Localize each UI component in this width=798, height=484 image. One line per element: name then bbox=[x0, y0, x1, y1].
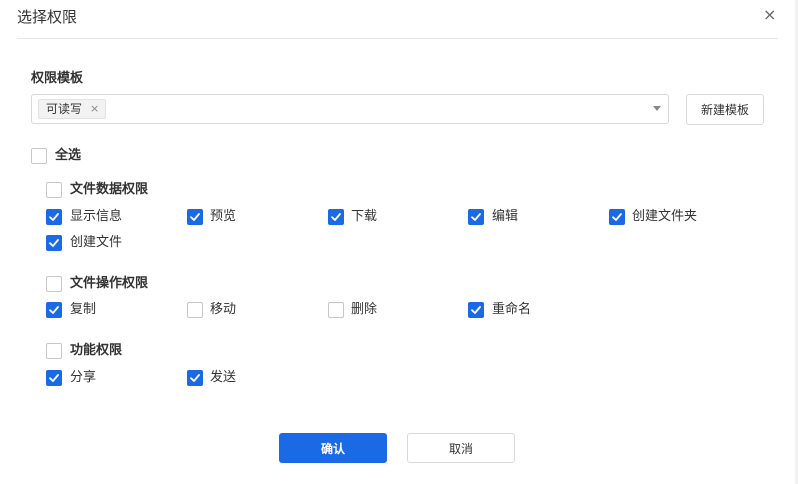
permission-dialog: 选择权限 × 权限模板 可读写 × 新建模板 全选 文件数据权限 显示信息 预览… bbox=[0, 0, 798, 484]
tag-remove-icon[interactable]: × bbox=[90, 100, 99, 118]
perm-checkbox-create-file[interactable] bbox=[46, 235, 62, 251]
perm-label-create-folder: 创建文件夹 bbox=[632, 209, 698, 224]
perm-checkbox-copy[interactable] bbox=[46, 302, 62, 318]
group-file-ops-checkbox[interactable] bbox=[46, 276, 62, 292]
header-divider bbox=[17, 38, 778, 39]
group-file-ops-title: 文件操作权限 bbox=[70, 276, 149, 291]
cancel-button[interactable]: 取消 bbox=[407, 433, 515, 463]
select-all-label: 全选 bbox=[55, 148, 82, 163]
template-tag-label: 可读写 bbox=[46, 102, 83, 116]
perm-checkbox-edit[interactable] bbox=[468, 209, 484, 225]
template-tag: 可读写 × bbox=[38, 99, 107, 119]
select-all-checkbox[interactable] bbox=[31, 148, 47, 164]
perm-checkbox-delete[interactable] bbox=[328, 302, 344, 318]
perm-label-download: 下载 bbox=[351, 209, 378, 224]
perm-checkbox-preview[interactable] bbox=[187, 209, 203, 225]
group-feature-checkbox[interactable] bbox=[46, 343, 62, 359]
template-select[interactable]: 可读写 × bbox=[31, 94, 669, 124]
perm-checkbox-show-info[interactable] bbox=[46, 209, 62, 225]
group-feature-title: 功能权限 bbox=[70, 343, 123, 358]
confirm-button[interactable]: 确认 bbox=[279, 433, 387, 463]
perm-label-copy: 复制 bbox=[70, 302, 97, 317]
close-icon[interactable]: × bbox=[763, 5, 776, 24]
perm-label-rename: 重命名 bbox=[492, 302, 532, 317]
perm-label-preview: 预览 bbox=[210, 209, 237, 224]
perm-checkbox-create-folder[interactable] bbox=[609, 209, 625, 225]
dialog-title: 选择权限 bbox=[17, 8, 78, 26]
perm-checkbox-rename[interactable] bbox=[468, 302, 484, 318]
perm-checkbox-share[interactable] bbox=[46, 370, 62, 386]
template-label: 权限模板 bbox=[31, 71, 84, 86]
perm-label-move: 移动 bbox=[210, 302, 237, 317]
new-template-button[interactable]: 新建模板 bbox=[686, 94, 764, 125]
perm-label-edit: 编辑 bbox=[492, 209, 519, 224]
perm-label-show-info: 显示信息 bbox=[70, 209, 123, 224]
group-file-data-title: 文件数据权限 bbox=[70, 182, 149, 197]
perm-label-send: 发送 bbox=[210, 370, 237, 385]
perm-checkbox-move[interactable] bbox=[187, 302, 203, 318]
perm-label-create-file: 创建文件 bbox=[70, 235, 123, 250]
perm-label-share: 分享 bbox=[70, 370, 97, 385]
chevron-down-icon[interactable] bbox=[653, 106, 661, 111]
perm-label-delete: 删除 bbox=[351, 302, 378, 317]
perm-checkbox-download[interactable] bbox=[328, 209, 344, 225]
group-file-data-checkbox[interactable] bbox=[46, 182, 62, 198]
perm-checkbox-send[interactable] bbox=[187, 370, 203, 386]
